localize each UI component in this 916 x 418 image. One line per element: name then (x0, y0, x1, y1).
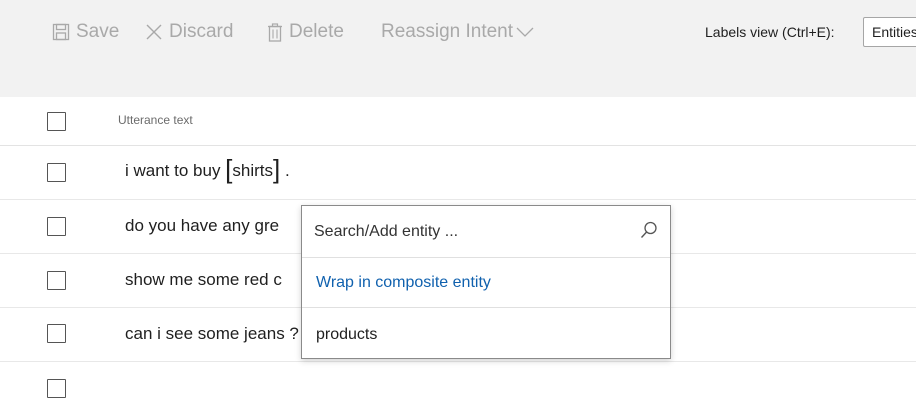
save-button[interactable]: Save (52, 19, 119, 45)
utterance-text-after: . (280, 161, 290, 180)
table-row[interactable]: i want to buy [shirts] . (0, 146, 916, 200)
utterance-text: i want to buy [shirts] . (125, 156, 290, 182)
entity-search-input[interactable] (314, 217, 614, 247)
utterance-text-header: Utterance text (118, 113, 193, 127)
row-checkbox[interactable] (47, 271, 66, 290)
reassign-intent-dropdown[interactable]: Reassign Intent (381, 19, 534, 45)
row-checkbox[interactable] (47, 324, 66, 343)
delete-label: Delete (289, 21, 344, 42)
toolbar: Save Discard Delete Reassign Intent Labe… (0, 0, 916, 97)
entity-search-box (302, 206, 670, 258)
entity-label-shirts[interactable]: shirts (232, 161, 273, 180)
chevron-down-icon (516, 27, 534, 37)
row-checkbox[interactable] (47, 217, 66, 236)
utterance-text: do you have any gre (125, 216, 280, 235)
table-row[interactable] (0, 362, 916, 416)
table-header: Utterance text (0, 97, 916, 146)
utterance-text-before: i want to buy (125, 161, 226, 180)
utterance-text: show me some red c (125, 270, 282, 289)
row-checkbox[interactable] (47, 163, 66, 182)
wrap-in-composite-entity-option[interactable]: Wrap in composite entity (302, 258, 670, 308)
entity-picker-popup: Wrap in composite entity products (301, 205, 671, 359)
trash-icon (268, 22, 282, 42)
close-icon (146, 24, 162, 40)
labels-view-label: Labels view (Ctrl+E): (705, 24, 835, 40)
select-all-checkbox[interactable] (47, 112, 66, 131)
save-label: Save (76, 21, 120, 42)
reassign-intent-label: Reassign Intent (381, 21, 514, 42)
row-checkbox[interactable] (47, 379, 66, 398)
discard-label: Discard (169, 21, 234, 42)
entity-bracket-open: [ (225, 154, 233, 184)
utterance-text: can i see some jeans ? (125, 324, 299, 343)
save-icon (52, 23, 70, 41)
delete-button[interactable]: Delete (267, 19, 344, 45)
entity-bracket-close: ] (273, 154, 281, 184)
search-icon (640, 221, 657, 238)
discard-button[interactable]: Discard (145, 19, 233, 45)
entity-option-products[interactable]: products (302, 310, 670, 360)
labels-view-select[interactable]: Entities (863, 17, 916, 47)
utterances-page: Save Discard Delete Reassign Intent Labe… (0, 0, 916, 418)
